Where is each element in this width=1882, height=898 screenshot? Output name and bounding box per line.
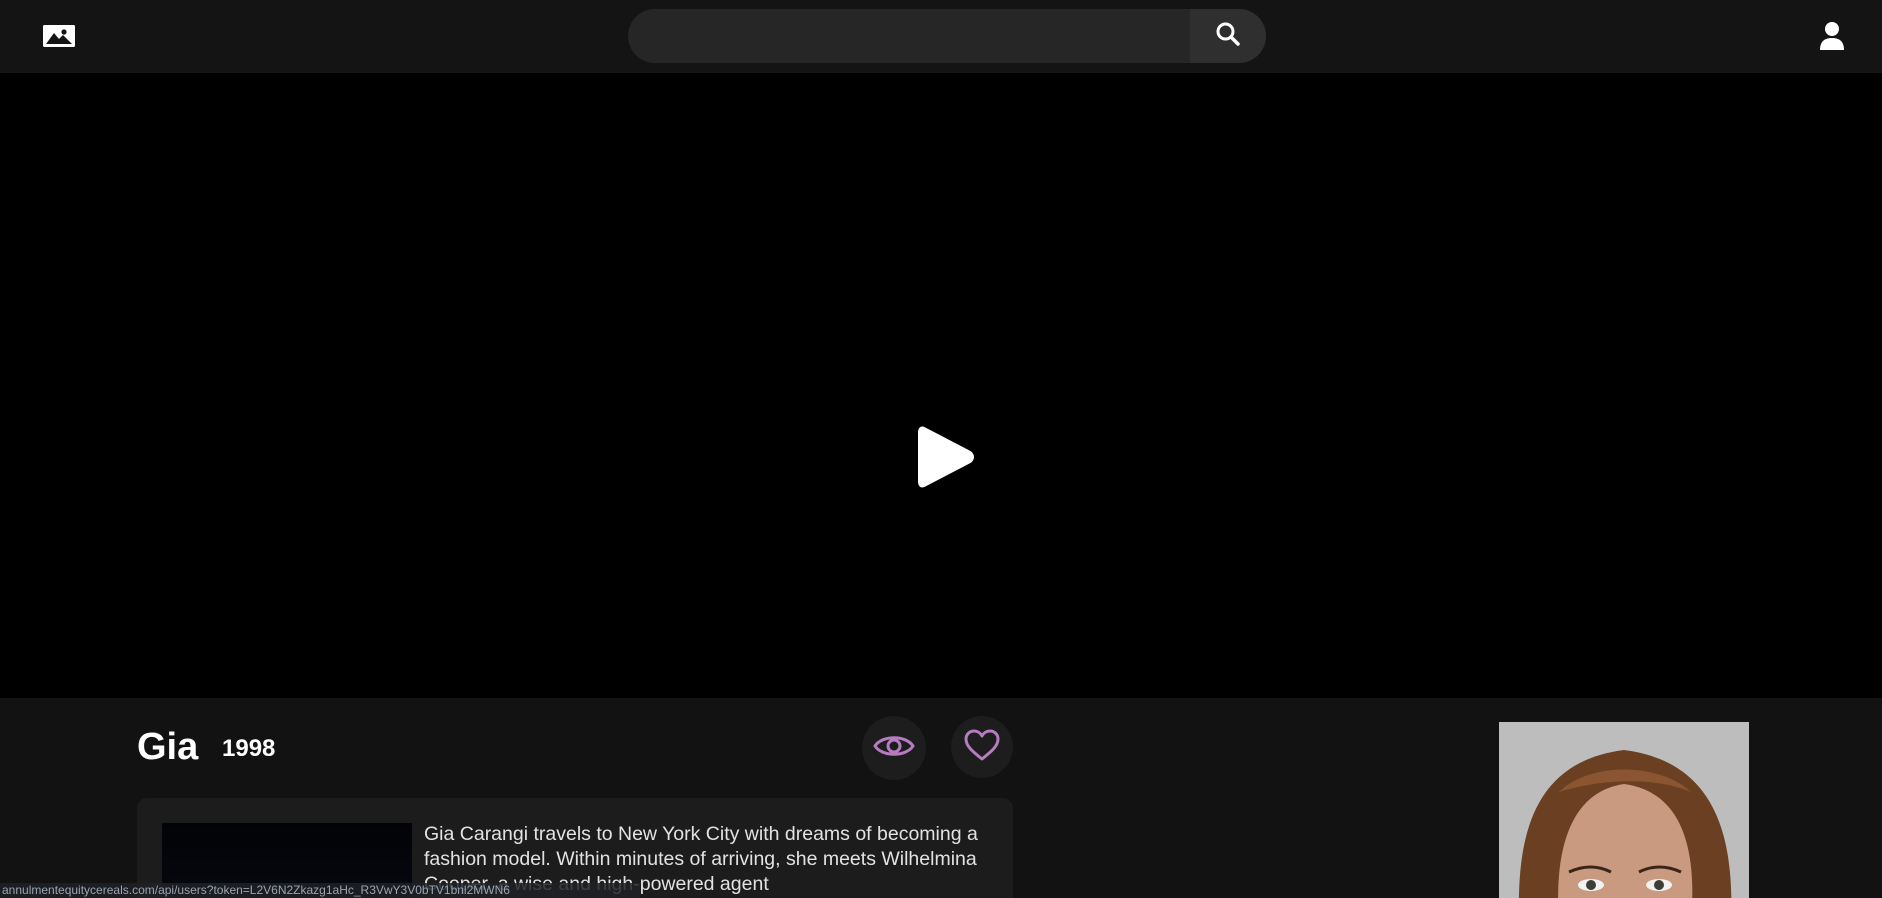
status-bar-url: annulmentequitycereals.com/api/users?tok… [0, 883, 640, 898]
image-icon[interactable] [42, 22, 76, 50]
search-bar [628, 9, 1266, 63]
heart-icon [963, 728, 1001, 767]
search-icon [1215, 21, 1241, 52]
search-button[interactable] [1190, 9, 1266, 63]
play-icon[interactable] [918, 425, 976, 489]
search-input[interactable] [628, 9, 1190, 63]
eye-icon [873, 731, 915, 766]
movie-year: 1998 [222, 735, 276, 762]
top-bar [0, 0, 1882, 73]
movie-title: Gia [137, 726, 199, 768]
video-player[interactable] [0, 73, 1882, 698]
movie-poster[interactable] [1499, 722, 1749, 898]
watchlist-button[interactable] [862, 716, 926, 780]
favorite-button[interactable] [951, 716, 1013, 778]
user-icon[interactable] [1816, 20, 1848, 52]
